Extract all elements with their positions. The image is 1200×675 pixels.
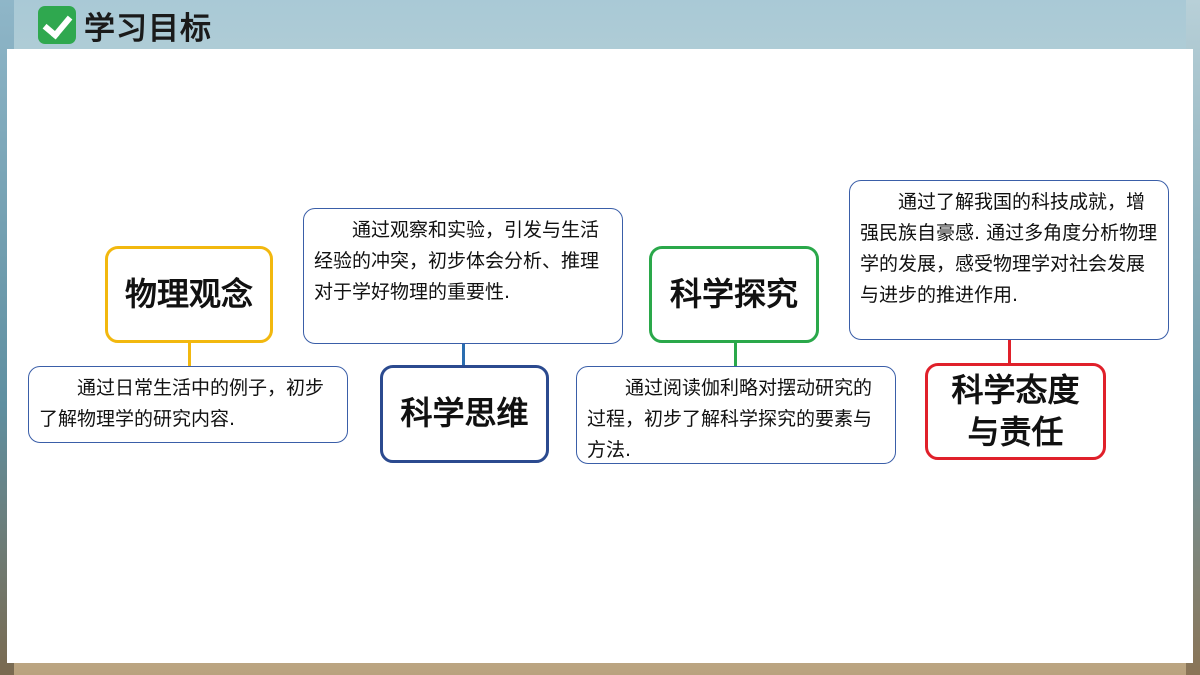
concept-box-attitude-responsibility: 科学态度与责任	[925, 363, 1106, 460]
concept-label: 科学态度与责任	[951, 370, 1080, 451]
content-panel	[7, 49, 1193, 663]
check-icon	[38, 6, 76, 44]
description-box-physics-concept: 通过日常生活中的例子，初步了解物理学的研究内容.	[28, 366, 348, 443]
description-text: 通过了解我国的科技成就，增强民族自豪感. 通过多角度分析物理学的发展，感受物理学…	[860, 191, 1158, 306]
description-text: 通过观察和实验，引发与生活经验的冲突，初步体会分析、推理对于学好物理的重要性.	[314, 219, 600, 303]
concept-label: 科学思维	[400, 394, 529, 433]
description-box-scientific-thinking: 通过观察和实验，引发与生活经验的冲突，初步体会分析、推理对于学好物理的重要性.	[303, 208, 623, 344]
connector-line	[734, 343, 737, 367]
connector-line	[188, 343, 191, 367]
description-text: 通过阅读伽利略对摆动研究的过程，初步了解科学探究的要素与方法.	[587, 377, 873, 461]
description-text: 通过日常生活中的例子，初步了解物理学的研究内容.	[39, 377, 325, 430]
description-box-attitude-responsibility: 通过了解我国的科技成就，增强民族自豪感. 通过多角度分析物理学的发展，感受物理学…	[849, 180, 1169, 340]
concept-label: 物理观念	[124, 274, 253, 313]
concept-box-scientific-inquiry: 科学探究	[649, 246, 819, 343]
connector-line	[1008, 340, 1011, 364]
page-title: 学习目标	[84, 10, 212, 47]
concept-label: 科学探究	[669, 274, 798, 313]
concept-box-scientific-thinking: 科学思维	[380, 365, 549, 463]
connector-line	[462, 344, 465, 366]
description-box-scientific-inquiry: 通过阅读伽利略对摆动研究的过程，初步了解科学探究的要素与方法.	[576, 366, 896, 464]
concept-box-physics-concept: 物理观念	[105, 246, 273, 343]
header: 学习目标	[38, 4, 212, 47]
